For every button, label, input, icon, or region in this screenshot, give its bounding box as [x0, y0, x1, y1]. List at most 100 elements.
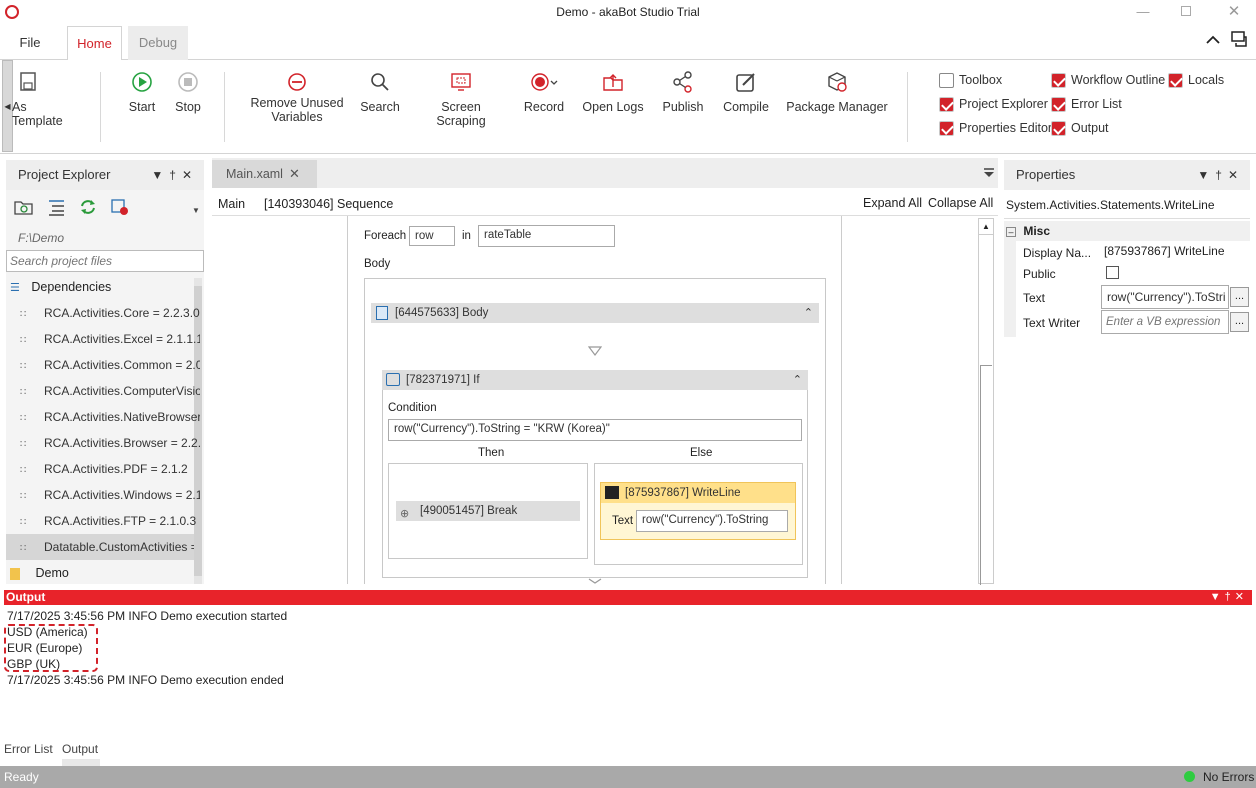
as-template-button[interactable]: As Template: [12, 70, 78, 128]
public-checkbox[interactable]: [1106, 266, 1119, 279]
dependency-item[interactable]: ∷ RCA.Activities.Windows = 2.1: [20, 482, 200, 508]
package-manager-button[interactable]: Package Manager: [786, 70, 888, 114]
remove-icon: [285, 70, 309, 94]
writeline-header[interactable]: [875937867] WriteLine: [601, 483, 795, 503]
search-project-input[interactable]: [6, 250, 204, 272]
open-folder-icon[interactable]: [14, 198, 34, 216]
window-title: Demo - akaBot Studio Trial: [556, 5, 700, 19]
designer-menu-icon[interactable]: [984, 168, 996, 178]
dependency-item[interactable]: ∷ RCA.Activities.ComputerVision: [20, 378, 200, 404]
panel-controls[interactable]: ▼†✕: [1210, 590, 1248, 605]
package-icon: ∷: [20, 361, 27, 372]
panel-controls[interactable]: ▼†✕: [151, 160, 198, 190]
drop-target-icon: [588, 346, 602, 356]
prop-display-name-value[interactable]: [875937867] WriteLine: [1104, 244, 1225, 258]
output-header: Output ▼†✕: [4, 590, 1252, 605]
prop-text-writer-ellipsis-button[interactable]: ...: [1230, 312, 1249, 332]
dependency-item[interactable]: ∷ RCA.Activities.NativeBrowser: [20, 404, 200, 430]
prop-display-name-label: Display Na...: [1023, 246, 1092, 260]
workflow-outline-toggle[interactable]: Workflow Outline: [1051, 72, 1165, 90]
dependency-item[interactable]: ∷ RCA.Activities.Browser = 2.2.: [20, 430, 200, 456]
tab-output[interactable]: Output: [62, 742, 98, 756]
tab-home[interactable]: Home: [67, 26, 122, 61]
breadcrumb: Main [140393046] Sequence Expand All Col…: [212, 192, 998, 216]
collapse-icon[interactable]: –: [1006, 227, 1016, 237]
refresh-icon[interactable]: [78, 198, 98, 216]
sequence-icon: [376, 306, 388, 320]
dependency-item[interactable]: ∷ RCA.Activities.Excel = 2.1.1.1: [20, 326, 200, 352]
properties-type: System.Activities.Statements.WriteLine: [1006, 198, 1215, 212]
toolbar-overflow-icon[interactable]: ▼: [192, 206, 200, 215]
body-label: Body: [364, 258, 391, 270]
body-sequence-header[interactable]: [644575633] Body ⌃: [371, 303, 819, 323]
prop-text-writer-input[interactable]: [1101, 310, 1229, 334]
toolbox-toggle[interactable]: Toolbox: [939, 72, 1002, 90]
collapse-all-link[interactable]: Collapse All: [928, 196, 993, 210]
chat-icon[interactable]: [1231, 30, 1249, 48]
start-button[interactable]: Start: [124, 70, 160, 114]
package-icon: ∷: [20, 439, 27, 450]
open-logs-button[interactable]: Open Logs: [582, 70, 644, 114]
search-button[interactable]: Search: [358, 70, 402, 114]
if-header[interactable]: [782371971] If ⌃: [382, 370, 808, 390]
stop-button[interactable]: Stop: [170, 70, 206, 114]
tab-error-list[interactable]: Error List: [4, 742, 53, 756]
tab-main-xaml[interactable]: Main.xaml ✕: [212, 160, 317, 188]
dependency-item[interactable]: ∷ RCA.Activities.Common = 2.0: [20, 352, 200, 378]
expand-all-link[interactable]: Expand All: [863, 196, 922, 210]
properties-editor-toggle[interactable]: Properties Editor: [939, 120, 1052, 138]
dependency-item[interactable]: ∷ RCA.Activities.Core = 2.2.3.0: [20, 300, 200, 326]
dependency-item[interactable]: ∷ Datatable.CustomActivities =: [6, 534, 194, 560]
output-toggle[interactable]: Output: [1051, 120, 1109, 138]
ribbon-tabs: File Home Debug: [0, 24, 1256, 61]
remove-dependency-icon[interactable]: [110, 198, 130, 216]
writeline-text-input[interactable]: row("Currency").ToString: [636, 510, 788, 532]
dependencies-node[interactable]: ☰ Dependencies: [10, 276, 111, 298]
close-tab-icon[interactable]: ✕: [289, 160, 300, 188]
foreach-collection-input[interactable]: rateTable: [478, 225, 615, 247]
minimize-button[interactable]: —: [1128, 2, 1158, 22]
search-icon: [368, 70, 392, 94]
breadcrumb-main[interactable]: Main: [218, 197, 245, 211]
dependency-item[interactable]: ∷ RCA.Activities.PDF = 2.1.2: [20, 456, 200, 482]
break-activity[interactable]: ⊕ [490051457] Break: [396, 501, 580, 521]
in-label: in: [462, 230, 471, 242]
breadcrumb-sequence[interactable]: [140393046] Sequence: [264, 197, 393, 211]
project-node[interactable]: Demo: [10, 562, 69, 584]
tab-file[interactable]: File: [10, 26, 50, 61]
error-list-toggle[interactable]: Error List: [1051, 96, 1122, 114]
checkbox-icon: [939, 121, 954, 136]
condition-input[interactable]: row("Currency").ToString = "KRW (Korea)": [388, 419, 802, 441]
collapse-icon[interactable]: ⌃: [804, 303, 813, 323]
tab-debug[interactable]: Debug: [128, 26, 188, 61]
screen-scraping-button[interactable]: Screen Scraping: [416, 70, 506, 128]
list-tree-icon[interactable]: [46, 198, 66, 216]
publish-button[interactable]: Publish: [660, 70, 706, 114]
stop-icon: [176, 70, 200, 94]
collapse-icon[interactable]: ⌃: [793, 370, 802, 390]
checkbox-icon: [939, 97, 954, 112]
misc-category[interactable]: – Misc: [1004, 221, 1250, 241]
output-log: 7/17/2025 3:45:56 PM INFO Demo execution…: [0, 605, 1252, 735]
remove-unused-variables-button[interactable]: Remove Unused Variables: [248, 70, 346, 124]
status-errors: No Errors: [1203, 770, 1255, 784]
close-button[interactable]: ✕: [1219, 2, 1249, 22]
foreach-variable-input[interactable]: row: [409, 226, 455, 246]
compile-button[interactable]: Compile: [720, 70, 772, 114]
designer-scrollbar[interactable]: ▲: [978, 218, 994, 585]
prop-text-writer-label: Text Writer: [1023, 316, 1081, 330]
panel-controls[interactable]: ▼†✕: [1197, 160, 1244, 190]
package-icon: ∷: [20, 387, 27, 398]
dependency-item[interactable]: ∷ RCA.Activities.FTP = 2.1.0.3: [20, 508, 200, 534]
output-highlight: [4, 624, 98, 672]
locals-toggle[interactable]: Locals: [1168, 72, 1224, 90]
record-button[interactable]: Record: [522, 70, 566, 114]
collapse-ribbon-icon[interactable]: [1205, 32, 1221, 48]
project-explorer-toggle[interactable]: Project Explorer: [939, 96, 1048, 114]
folder-icon: [10, 567, 20, 580]
maximize-button[interactable]: [1171, 2, 1201, 22]
play-icon: [130, 70, 154, 94]
ribbon: ◀ As Template Start Stop Remove Unused V…: [0, 60, 1256, 154]
prop-text-ellipsis-button[interactable]: ...: [1230, 287, 1249, 307]
prop-text-input[interactable]: row("Currency").ToStri: [1101, 285, 1229, 309]
